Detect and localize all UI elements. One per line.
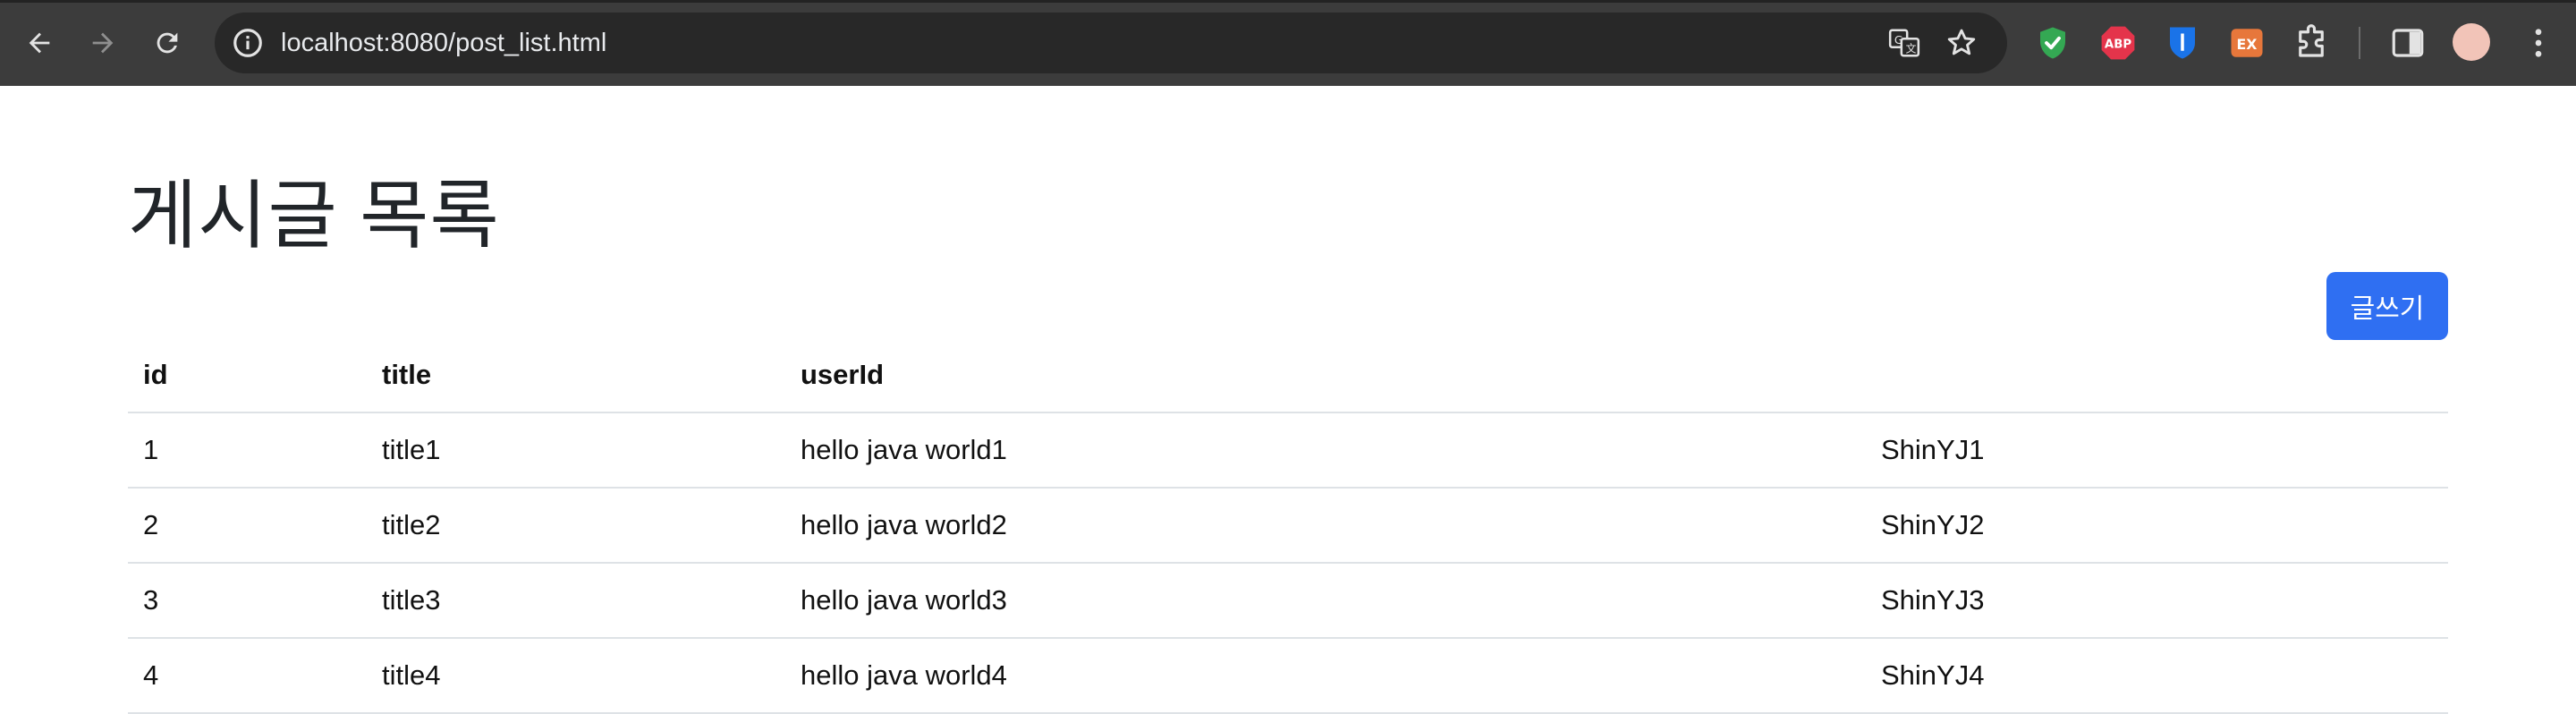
table-row[interactable]: 3 title3 hello java world3 ShinYJ3 <box>128 562 2448 638</box>
bitwarden-extension[interactable] <box>2163 23 2202 63</box>
cell-id: 3 <box>128 562 367 638</box>
svg-text:EX: EX <box>2237 36 2258 53</box>
adblock-plus-icon: ABP <box>2101 26 2135 60</box>
cell-userid: ShinYJ3 <box>1866 562 2448 638</box>
side-panel-icon <box>2392 29 2424 57</box>
column-header-title: title <box>367 338 785 413</box>
arrow-left-icon <box>29 32 50 54</box>
cell-title: title2 <box>367 487 785 563</box>
ex-extension[interactable]: EX <box>2227 23 2267 63</box>
address-bar[interactable]: localhost:8080/post_list.html G 文 <box>215 13 2007 73</box>
cell-userid: ShinYJ4 <box>1866 637 2448 714</box>
shield-check-extension[interactable] <box>2033 23 2072 63</box>
kebab-menu-icon <box>2535 29 2542 57</box>
url-text[interactable]: localhost:8080/post_list.html <box>281 13 606 73</box>
extensions-menu-button[interactable] <box>2292 23 2331 63</box>
cell-id: 4 <box>128 637 367 714</box>
back-button[interactable] <box>16 20 63 66</box>
toolbar-divider <box>2359 27 2360 59</box>
svg-text:文: 文 <box>1906 42 1917 55</box>
svg-text:G: G <box>1894 33 1903 47</box>
column-header-userid: userId <box>785 338 1866 413</box>
table-row[interactable]: 2 title2 hello java world2 ShinYJ2 <box>128 487 2448 563</box>
page-title: 게시글 목록 <box>128 174 500 258</box>
ex-extension-icon: EX <box>2231 29 2263 57</box>
adblock-plus-extension[interactable]: ABP <box>2098 23 2138 63</box>
cell-content: hello java world2 <box>785 487 1866 563</box>
translate-icon[interactable]: G 文 <box>1887 26 1921 60</box>
cell-userid: ShinYJ2 <box>1866 487 2448 563</box>
column-header-id: id <box>128 338 367 413</box>
star-icon[interactable] <box>1945 26 1979 60</box>
profile-avatar[interactable] <box>2453 23 2490 61</box>
cell-title: title3 <box>367 562 785 638</box>
cell-id: 2 <box>128 487 367 563</box>
cell-content: hello java world1 <box>785 412 1866 488</box>
post-table: id title userId 1 title1 hello java worl… <box>128 338 2448 714</box>
browser-menu-button[interactable] <box>2519 23 2558 63</box>
info-icon[interactable] <box>231 26 265 60</box>
column-header-empty <box>1866 338 2448 412</box>
cell-content: hello java world4 <box>785 637 1866 714</box>
table-row[interactable]: 1 title1 hello java world1 ShinYJ1 <box>128 412 2448 488</box>
reload-icon <box>157 32 178 54</box>
arrow-right-icon <box>92 32 114 54</box>
table-header-row: id title userId <box>128 338 2448 413</box>
bitwarden-shield-icon <box>2170 27 2195 59</box>
browser-toolbar: localhost:8080/post_list.html G 文 ABP EX <box>0 0 2576 86</box>
puzzle-icon <box>2299 24 2324 57</box>
cell-userid: ShinYJ1 <box>1866 412 2448 488</box>
reload-button[interactable] <box>144 20 191 66</box>
cell-id: 1 <box>128 412 367 488</box>
table-row[interactable]: 4 title4 hello java world4 ShinYJ4 <box>128 637 2448 714</box>
forward-button[interactable] <box>80 20 126 66</box>
svg-text:ABP: ABP <box>2105 38 2131 51</box>
shield-check-icon <box>2040 27 2065 59</box>
cell-title: title4 <box>367 637 785 714</box>
write-post-button[interactable]: 글쓰기 <box>2326 272 2448 340</box>
tab-strip-edge <box>0 0 2576 3</box>
cell-content: hello java world3 <box>785 562 1866 638</box>
side-panel-button[interactable] <box>2388 23 2428 63</box>
cell-title: title1 <box>367 412 785 488</box>
